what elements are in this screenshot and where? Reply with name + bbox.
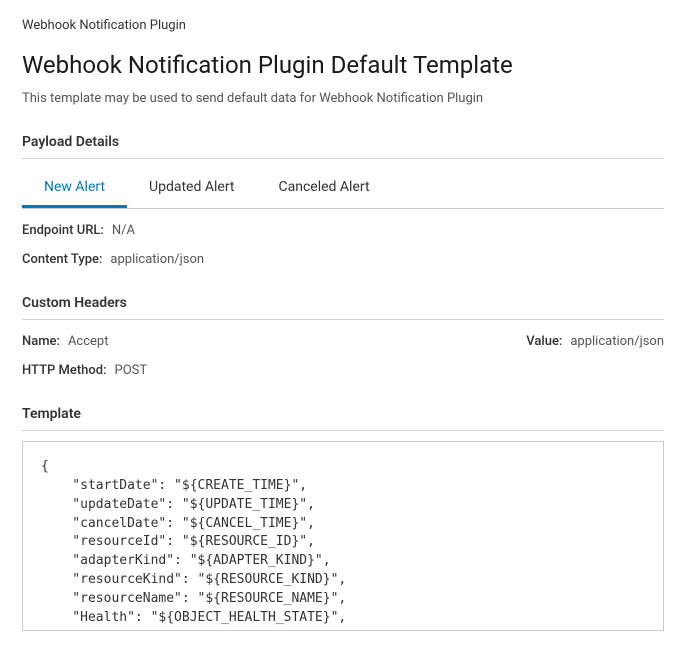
http-method-value: POST <box>115 363 148 378</box>
http-method-label: HTTP Method: <box>22 363 107 378</box>
page-title: Webhook Notification Plugin Default Temp… <box>22 51 664 79</box>
breadcrumb[interactable]: Webhook Notification Plugin <box>22 18 664 33</box>
alert-tabs: New Alert Updated Alert Canceled Alert <box>22 169 664 209</box>
page-description: This template may be used to send defaul… <box>22 91 664 106</box>
template-heading: Template <box>22 406 664 422</box>
custom-headers-heading: Custom Headers <box>22 295 664 311</box>
endpoint-url-value: N/A <box>112 223 135 238</box>
tab-canceled-alert[interactable]: Canceled Alert <box>256 169 391 208</box>
endpoint-url-label: Endpoint URL: <box>22 223 104 238</box>
tab-new-alert[interactable]: New Alert <box>22 169 127 208</box>
header-name-value: Accept <box>68 334 109 349</box>
tab-updated-alert[interactable]: Updated Alert <box>127 169 256 208</box>
content-type-label: Content Type: <box>22 252 102 267</box>
template-body[interactable]: { "startDate": "${CREATE_TIME}", "update… <box>22 441 664 631</box>
header-value-label: Value: <box>526 334 562 349</box>
header-value-value: application/json <box>570 334 664 349</box>
content-type-value: application/json <box>110 252 204 267</box>
header-name-label: Name: <box>22 334 60 349</box>
payload-details-heading: Payload Details <box>22 134 664 150</box>
